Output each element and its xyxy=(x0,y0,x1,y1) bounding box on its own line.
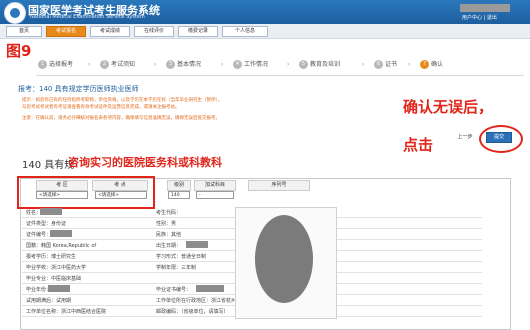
redacted-birthdate xyxy=(186,241,208,248)
tab-exam-score[interactable]: 考试成绩 xyxy=(90,26,130,37)
redacted-cert xyxy=(196,285,224,292)
level-field: 140 xyxy=(168,191,190,199)
nav-bar: 首页 考试报名 考试成绩 在线评价 缴费记录 个人信息 xyxy=(0,24,530,39)
highlight-circle xyxy=(479,125,523,153)
user-links[interactable]: 用户中心 | 退出 xyxy=(462,14,497,21)
note-line-1: 提示：如您有已有的任何指修考职称，单位资格，以及学历在本学历在校（当年毕业研究生… xyxy=(22,98,223,103)
note-line-3: 注意：在确认前，请务必仔细核对报名表各项内容，确保填写信息准确无误，确保无误后提… xyxy=(22,116,220,121)
step-confirm: 7 确认 xyxy=(420,60,443,70)
note-line-2: 与您考试考试者有考证请查看有效考试证件及运营信息完成，或请关注报考站。 xyxy=(22,105,180,110)
redacted-name xyxy=(40,208,62,215)
highlight-box xyxy=(17,176,155,209)
step-education: 5 教育及培训 xyxy=(299,60,340,70)
tab-personal-info[interactable]: 个人信息 xyxy=(222,26,268,37)
annotation-confirm: 确认无误后， xyxy=(403,98,494,116)
header-serial-no: 序列号 xyxy=(248,180,310,191)
figure-label: 图9 xyxy=(6,42,32,60)
step-notice: 2 考试须知 xyxy=(100,60,135,70)
prev-button[interactable]: 上一步 xyxy=(451,133,479,141)
emblem-icon xyxy=(4,2,26,24)
header-level: 级别 xyxy=(167,180,191,191)
chevron-right-icon: › xyxy=(287,61,290,68)
tab-exam-register[interactable]: 考试报名 xyxy=(46,26,86,37)
chevron-right-icon: › xyxy=(154,61,157,68)
step-basic: 3 基本情况 xyxy=(166,60,201,70)
chevron-right-icon: › xyxy=(221,61,224,68)
redacted-id xyxy=(50,230,72,237)
tab-payment-record[interactable]: 缴费记录 xyxy=(178,26,218,37)
redacted-year xyxy=(48,285,70,292)
applicant-photo-redacted xyxy=(255,215,313,303)
extra-subject-select[interactable]: - xyxy=(196,191,234,199)
user-name-redacted xyxy=(460,4,510,12)
tab-online-review[interactable]: 在线评价 xyxy=(134,26,174,37)
chevron-right-icon: › xyxy=(88,61,91,68)
step-select: 1 选择报考 xyxy=(38,60,73,70)
site-subtitle: National Medical Examination Service Sys… xyxy=(30,14,145,20)
annotation-consult: 咨询实习的医院医务科或科教科 xyxy=(68,156,222,169)
chevron-right-icon: › xyxy=(362,61,365,68)
step-certificate: 6 证书 xyxy=(374,60,397,70)
annotation-click: 点击 xyxy=(403,136,434,154)
divider xyxy=(36,75,524,76)
tab-home[interactable]: 首页 xyxy=(6,26,42,37)
section-title: 140 具有规 xyxy=(22,160,75,171)
chevron-right-icon: › xyxy=(408,61,411,68)
step-work: 4 工作情况 xyxy=(233,60,268,70)
header-extra-subject: 加试科目 xyxy=(194,180,236,191)
apply-line: 报考：140 具有规定学历医师执业医师 xyxy=(18,85,139,93)
